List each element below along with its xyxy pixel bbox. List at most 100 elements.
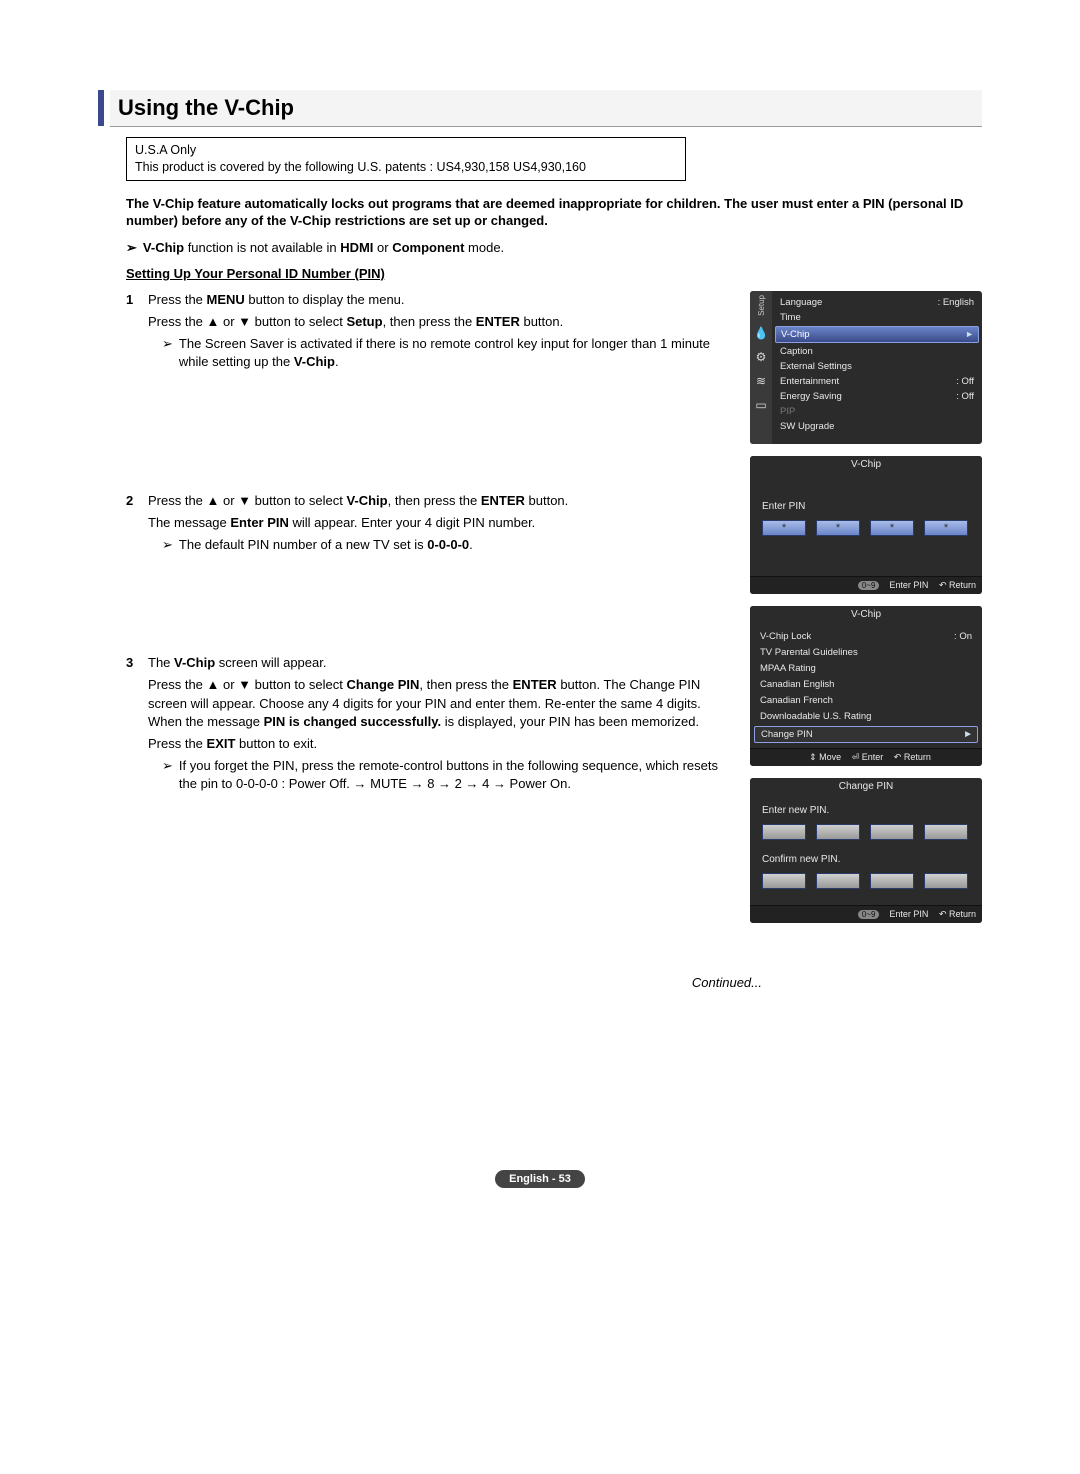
step-para: The message Enter PIN will appear. Enter…: [148, 514, 732, 532]
step-subnote-text: The Screen Saver is activated if there i…: [179, 335, 732, 371]
footer-move: ⇕ Move: [809, 752, 841, 762]
vchip-item-value: : On: [954, 631, 972, 642]
pin-boxes-confirm: [762, 873, 970, 889]
menu-item-value: : Off: [956, 391, 974, 402]
pin-digit[interactable]: [762, 873, 806, 889]
notice-line2: This product is covered by the following…: [135, 159, 677, 176]
pin-digit[interactable]: [924, 873, 968, 889]
footer-return: ↶ Return: [894, 752, 931, 762]
osd-change-pin: Change PIN Enter new PIN. Confirm new PI…: [750, 778, 982, 923]
menu-item[interactable]: Language : English: [772, 295, 982, 310]
step-3: 3The V-Chip screen will appear. Press the…: [126, 654, 732, 793]
footer-enter-pin: Enter PIN: [889, 580, 928, 590]
step-number: 2: [126, 492, 148, 555]
vchip-item[interactable]: Change PIN: [754, 726, 978, 743]
steps-list: 1Press the MENU button to display the me…: [126, 291, 732, 794]
menu-item[interactable]: Time: [772, 310, 982, 325]
pin-digit[interactable]: [870, 824, 914, 840]
pin-boxes-new: [762, 824, 970, 840]
subheading: Setting Up Your Personal ID Number (PIN): [126, 266, 982, 281]
droplet-icon: 💧: [754, 326, 768, 340]
sidebar-label: Setup: [757, 295, 766, 316]
pin-digit[interactable]: *: [924, 520, 968, 536]
pill-09: 0~9: [858, 581, 880, 590]
menu-item[interactable]: External Settings: [772, 359, 982, 374]
step-para: The V-Chip screen will appear.: [148, 654, 732, 672]
vchip-item[interactable]: TV Parental Guidelines: [750, 645, 982, 661]
step-number: 1: [126, 291, 148, 372]
vchip-item-label: Canadian English: [760, 679, 834, 690]
step-subnote: The Screen Saver is activated if there i…: [162, 335, 732, 371]
pin-digit[interactable]: [816, 824, 860, 840]
top-note: V-Chip function is not available in HDMI…: [126, 240, 982, 256]
menu-item-label: PIP: [780, 406, 795, 417]
vchip-item[interactable]: Canadian French: [750, 693, 982, 709]
footer-enter: ⏎ Enter: [852, 752, 884, 762]
title-row: Using the V-Chip: [98, 90, 982, 127]
menu-item-label: V-Chip: [781, 329, 810, 340]
menu-item-label: Energy Saving: [780, 391, 842, 402]
step-para: Press the ▲ or ▼ button to select Setup,…: [148, 313, 732, 331]
antenna-icon: ≋: [754, 374, 768, 388]
vchip-list: V-Chip Lock : On TV Parental Guidelines MPA…: [750, 623, 982, 748]
menu-item[interactable]: Energy Saving : Off: [772, 389, 982, 404]
menu-item[interactable]: Caption: [772, 344, 982, 359]
step-subnote-text: The default PIN number of a new TV set i…: [179, 536, 473, 554]
vchip-item-label: MPAA Rating: [760, 663, 816, 674]
menu-item[interactable]: V-Chip: [775, 326, 979, 343]
pin-digit[interactable]: *: [816, 520, 860, 536]
pin-digit[interactable]: [870, 873, 914, 889]
pin-digit[interactable]: *: [870, 520, 914, 536]
vchip-item[interactable]: V-Chip Lock : On: [750, 629, 982, 645]
osd-footer: 0~9 Enter PIN ↶ Return: [750, 905, 982, 923]
step-2: 2Press the ▲ or ▼ button to select V-Chi…: [126, 492, 732, 555]
vchip-item[interactable]: MPAA Rating: [750, 661, 982, 677]
step-body: Press the ▲ or ▼ button to select V-Chip…: [148, 492, 732, 555]
vchip-item[interactable]: Downloadable U.S. Rating: [750, 709, 982, 725]
step-para: Press the ▲ or ▼ button to select V-Chip…: [148, 492, 732, 510]
top-note-text: V-Chip function is not available in HDMI…: [143, 240, 504, 255]
menu-item-label: Entertainment: [780, 376, 839, 387]
osd-vchip-menu: V-Chip V-Chip Lock : On TV Parental Guidel…: [750, 606, 982, 766]
step-number: 3: [126, 654, 148, 793]
osd-footer: ⇕ Move ⏎ Enter ↶ Return: [750, 748, 982, 766]
page-title: Using the V-Chip: [110, 90, 982, 127]
step-para: Press the MENU button to display the men…: [148, 291, 732, 309]
pin-boxes: * * * *: [762, 520, 970, 536]
enter-new-pin-label: Enter new PIN.: [762, 805, 970, 816]
menu-item[interactable]: PIP: [772, 404, 982, 419]
step-body: The V-Chip screen will appear. Press the …: [148, 654, 732, 793]
step-para: Press the ▲ or ▼ button to select Change…: [148, 676, 732, 731]
enter-pin-label: Enter PIN: [762, 501, 970, 512]
menu-item-label: Time: [780, 312, 801, 323]
step-1: 1Press the MENU button to display the me…: [126, 291, 732, 372]
menu-item-label: Language: [780, 297, 822, 308]
vchip-item-label: V-Chip Lock: [760, 631, 811, 642]
osd-column: Setup 💧 ⚙ ≋ ▭ Language: EnglishTimeV-Chi…: [750, 291, 982, 935]
pin-digit[interactable]: [762, 824, 806, 840]
vchip-item-label: Downloadable U.S. Rating: [760, 711, 871, 722]
step-body: Press the MENU button to display the men…: [148, 291, 732, 372]
menu-item[interactable]: SW Upgrade: [772, 419, 982, 434]
vchip-item-label: Canadian French: [760, 695, 833, 706]
menu-item[interactable]: Entertainment : Off: [772, 374, 982, 389]
pin-digit[interactable]: [816, 873, 860, 889]
vchip-item[interactable]: Canadian English: [750, 677, 982, 693]
pin-digit[interactable]: [924, 824, 968, 840]
footer-enter-pin: Enter PIN: [889, 909, 928, 919]
osd-title: V-Chip: [750, 606, 982, 623]
footer-return: ↶ Return: [939, 909, 976, 919]
notice-line1: U.S.A Only: [135, 142, 677, 159]
pin-digit[interactable]: *: [762, 520, 806, 536]
osd-title: V-Chip: [750, 456, 982, 473]
steps-column: 1Press the MENU button to display the me…: [126, 291, 732, 935]
patent-notice: U.S.A Only This product is covered by th…: [126, 137, 686, 181]
menu-item-value: : English: [938, 297, 974, 308]
pill-09: 0~9: [858, 910, 880, 919]
osd-setup-menu: Setup 💧 ⚙ ≋ ▭ Language: EnglishTimeV-Chi…: [750, 291, 982, 444]
menu-item-label: Caption: [780, 346, 813, 357]
vchip-item-label: Change PIN: [761, 729, 813, 740]
continued-text: Continued...: [98, 975, 762, 990]
menu-item-value: : Off: [956, 376, 974, 387]
lead-paragraph: The V-Chip feature automatically locks o…: [126, 195, 982, 230]
